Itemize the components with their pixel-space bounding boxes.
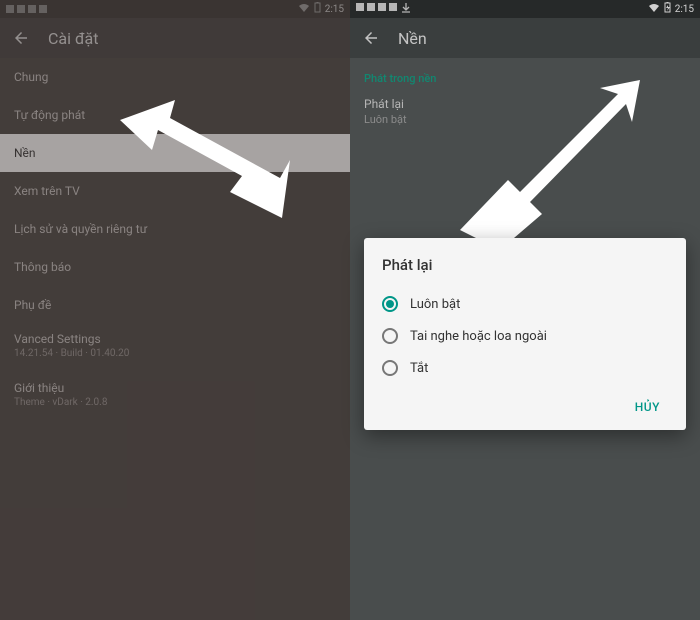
- settings-item-about[interactable]: Giới thiệu Theme · vDark · 2.0.8: [0, 373, 350, 422]
- back-icon[interactable]: [12, 29, 30, 47]
- battery-icon: [314, 2, 321, 16]
- settings-item-history[interactable]: Lịch sử và quyền riêng tư: [0, 210, 350, 248]
- settings-item-autoplay[interactable]: Tự động phát: [0, 96, 350, 134]
- item-label: Tự động phát: [14, 108, 85, 122]
- settings-item-general[interactable]: Chung: [0, 58, 350, 96]
- radio-label: Luôn bật: [410, 297, 460, 312]
- settings-item-notifications[interactable]: Thông báo: [0, 248, 350, 286]
- radio-option-headphones[interactable]: Tai nghe hoặc loa ngoài: [382, 320, 668, 352]
- radio-icon: [382, 296, 398, 312]
- left-pane: 2:15 Cài đặt Chung Tự động phát Nền Xem …: [0, 0, 350, 620]
- item-label: Chung: [14, 70, 48, 84]
- status-icon: [28, 5, 36, 13]
- item-label: Thông báo: [14, 260, 71, 274]
- item-secondary: 14.21.54 · Build · 01.40.20: [14, 348, 336, 359]
- status-icon: [39, 5, 47, 13]
- radio-icon: [382, 360, 398, 376]
- status-icon: [6, 5, 14, 13]
- settings-item-background[interactable]: Nền: [0, 134, 350, 172]
- status-bar: 2:15: [0, 0, 350, 18]
- settings-list: Chung Tự động phát Nền Xem trên TV Lịch …: [0, 58, 350, 422]
- settings-item-captions[interactable]: Phụ đề: [0, 286, 350, 324]
- radio-option-off[interactable]: Tắt: [382, 352, 668, 384]
- item-label: Vanced Settings: [14, 332, 336, 346]
- app-bar: Cài đặt: [0, 18, 350, 58]
- item-label: Phụ đề: [14, 298, 51, 312]
- radio-label: Tắt: [410, 361, 428, 376]
- playback-dialog: Phát lại Luôn bật Tai nghe hoặc loa ngoà…: [364, 238, 686, 430]
- settings-item-tv[interactable]: Xem trên TV: [0, 172, 350, 210]
- page-title: Cài đặt: [48, 29, 98, 48]
- item-label: Lịch sử và quyền riêng tư: [14, 222, 147, 236]
- dialog-title: Phát lại: [382, 256, 668, 274]
- radio-label: Tai nghe hoặc loa ngoài: [410, 329, 547, 344]
- item-secondary: Theme · vDark · 2.0.8: [14, 397, 336, 408]
- item-label: Nền: [14, 146, 36, 160]
- radio-icon: [382, 328, 398, 344]
- cancel-button[interactable]: HỦY: [627, 394, 668, 420]
- status-icon: [17, 5, 25, 13]
- right-pane: 2:15 Nền Phát trong nền Phát lại Luôn bậ…: [350, 0, 700, 620]
- settings-item-vanced[interactable]: Vanced Settings 14.21.54 · Build · 01.40…: [0, 324, 350, 373]
- status-time: 2:15: [325, 4, 344, 15]
- wifi-icon: [298, 3, 310, 16]
- radio-option-always[interactable]: Luôn bật: [382, 288, 668, 320]
- item-label: Xem trên TV: [14, 184, 80, 198]
- item-label: Giới thiệu: [14, 381, 336, 395]
